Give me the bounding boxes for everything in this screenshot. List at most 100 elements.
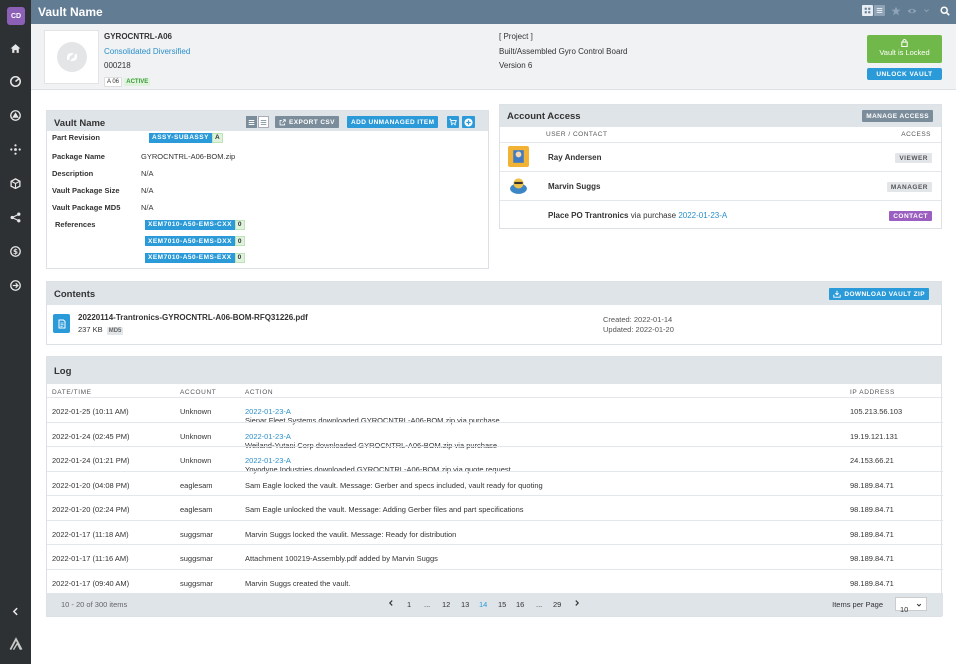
purchase-link[interactable]: 2022-01-23-A [245,432,291,441]
page-link[interactable]: 29 [553,600,561,609]
account-access-title: Account Access [507,111,581,122]
unlock-vault-button[interactable]: UNLOCK VAULT [867,68,942,80]
avatar [508,175,529,196]
file-icon [53,314,70,333]
reference-count: 0 [234,252,245,263]
log-account: suggsmar [180,529,213,539]
package-size-value: N/A [141,186,154,195]
page-link[interactable]: 15 [498,600,506,609]
network-icon[interactable] [0,139,31,159]
reference-tag[interactable]: XEM7010-A50-EMS-CXX 0 [145,219,246,230]
add-unmanaged-item-button[interactable]: ADD UNMANAGED ITEM [347,116,439,128]
log-title: Log [54,366,72,377]
role-badge: MANAGER [886,182,932,192]
prev-page-icon[interactable] [387,599,395,609]
export-csv-button[interactable]: EXPORT CSV [275,116,339,128]
list-view-icon[interactable] [874,5,885,16]
purchase-link[interactable]: 2022-01-23-A [245,407,291,416]
vault-view-toggle[interactable] [246,116,269,128]
logo-icon [0,636,31,652]
part-revision-tag[interactable]: ASSY-SUBASSY A [149,132,224,143]
box-icon[interactable] [0,173,31,193]
table-row: 2022-01-20 (04:08 PM) eaglesam Sam Eagle… [47,470,943,496]
log-account: Unknown [180,407,212,416]
access-row[interactable]: Place PO Trantronics via purchase 2022-0… [500,200,941,229]
chevron-down-icon[interactable] [923,7,930,14]
log-ip: 98.189.84.71 [850,505,894,514]
part-description: Built/Assembled Gyro Control Board [499,46,628,56]
add-button[interactable] [462,116,475,128]
page-link-current[interactable]: 14 [479,600,487,609]
download-icon [833,290,842,298]
log-action: Marvin Suggs created the vault. [245,578,351,588]
description-label: Description [52,169,94,178]
svg-text:$: $ [13,247,18,256]
avatar [508,146,529,167]
cart-button[interactable] [447,116,459,128]
download-label: DOWNLOAD VAULT ZIP [844,290,925,298]
package-md5-value: N/A [141,203,154,212]
page-link[interactable]: 13 [461,600,469,609]
download-vault-zip-button[interactable]: DOWNLOAD VAULT ZIP [829,288,929,300]
access-user-name: Marvin Suggs [548,182,601,191]
access-row[interactable]: Marvin Suggs MANAGER [500,171,941,200]
star-icon[interactable] [891,6,901,16]
next-page-icon[interactable] [573,599,581,609]
access-contact-name: Place PO Trantronics [548,211,629,220]
user-avatar[interactable]: CD [7,7,25,25]
package-name-label: Package Name [52,152,105,161]
vault-panel-title: Vault Name [54,118,106,129]
reference-tag[interactable]: XEM7010-A50-EMS-DXX 0 [145,236,246,246]
file-created: Created: 2022-01-14 [603,315,673,324]
md5-badge[interactable]: MD5 [106,327,124,335]
arrow-circle-icon[interactable] [0,275,31,295]
quality-icon[interactable] [0,105,31,125]
col-access: ACCESS [901,131,931,138]
top-bar: Vault Name [31,0,956,24]
log-account: eaglesam [180,480,213,490]
reference-tag[interactable]: XEM7010-A50-EMS-EXX 0 [145,252,245,263]
col-user-contact: USER / CONTACT [546,131,608,138]
purchase-link[interactable]: 2022-01-23-A [678,211,727,220]
package-md5-label: Vault Package MD5 [52,203,121,212]
manage-access-button[interactable]: MANAGE ACCESS [862,110,933,122]
log-panel: Log DATE/TIME ACCOUNT ACTION IP ADDRESS … [46,356,943,617]
locked-label: Vault is Locked [879,48,930,57]
contents-panel: Contents DOWNLOAD VAULT ZIP 20220114-Tra… [46,281,942,345]
log-ip: 105.213.56.103 [850,407,903,416]
page-link[interactable]: 12 [442,600,450,609]
log-action: Attachment 100219-Assembly.pdf added by … [245,554,438,563]
file-name[interactable]: 20220114-Trantronics-GYROCNTRL-A06-BOM-R… [78,313,308,322]
collapse-icon[interactable] [0,601,31,621]
company-link[interactable]: Consolidated Diversified [104,47,190,56]
dashboard-icon[interactable] [0,71,31,91]
reference-list: XEM7010-A50-EMS-CXX 0 XEM7010-A50-EMS-DXX… [145,219,246,263]
access-row[interactable]: Ray Andersen VIEWER [500,142,941,171]
log-datetime: 2022-01-20 (02:24 PM) [52,505,130,514]
reference-name: XEM7010-A50-EMS-DXX [145,236,235,246]
view-toggle[interactable] [862,5,885,16]
log-ip: 98.189.84.71 [850,529,894,539]
reference-name: XEM7010-A50-EMS-CXX [145,219,235,230]
items-per-page-select[interactable]: 10 [895,597,927,614]
dollar-icon[interactable]: $ [0,241,31,261]
log-action: Sam Eagle locked the vault. Message: Ger… [245,480,543,490]
eye-icon[interactable] [907,6,917,16]
page-link[interactable]: 1 [407,600,411,609]
revision-badge: A 06 [104,76,123,87]
search-icon[interactable] [940,5,950,16]
access-via-text: via purchase [630,211,677,220]
table-row: 2022-01-17 (11:18 AM) suggsmar Marvin Su… [47,519,943,545]
list-view-icon[interactable] [246,116,257,128]
share-icon[interactable] [0,207,31,227]
page-link[interactable]: 16 [516,600,524,609]
log-account: Unknown [180,431,212,441]
quote-link[interactable]: 2022-01-23-A [245,456,291,465]
log-datetime: 2022-01-24 (02:45 PM) [52,431,130,441]
home-icon[interactable] [0,38,31,58]
grid-view-icon[interactable] [862,5,873,16]
table-view-icon[interactable] [258,116,269,128]
table-row: 2022-01-17 (11:16 AM) suggsmar Attachmen… [47,544,943,569]
log-action: Marvin Suggs locked the vaulit. Message:… [245,529,457,539]
references-label: References [55,220,96,229]
